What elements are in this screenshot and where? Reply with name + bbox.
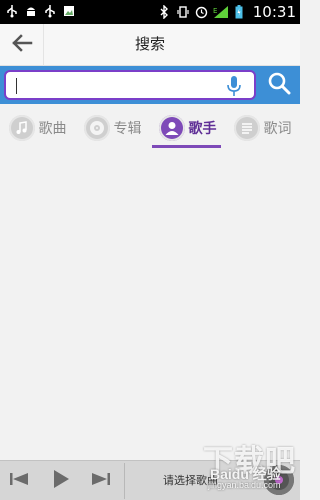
search-button[interactable] <box>262 70 296 100</box>
tab-artists[interactable]: 歌手 <box>150 108 225 148</box>
tab-lyrics[interactable]: 歌词 <box>225 108 300 148</box>
person-icon <box>158 115 185 141</box>
tab-label: 歌词 <box>263 120 292 136</box>
tab-label: 专辑 <box>113 120 142 136</box>
next-button[interactable] <box>88 469 114 493</box>
category-tabs: 歌曲 专辑 歌手 歌词 <box>0 108 300 148</box>
back-button[interactable] <box>0 24 44 66</box>
clock: 10:31 <box>252 3 296 21</box>
status-bar: E 10:31 <box>0 0 300 24</box>
skip-next-icon <box>90 471 112 492</box>
play-icon <box>52 469 70 494</box>
album-disc-icon[interactable] <box>264 465 294 495</box>
previous-button[interactable] <box>6 469 32 493</box>
android-debug-icon <box>25 4 37 18</box>
search-icon <box>267 71 291 100</box>
music-note-icon <box>8 115 35 141</box>
now-playing-text: 请选择歌曲 <box>163 475 218 487</box>
alarm-icon <box>195 5 207 19</box>
search-input[interactable] <box>22 75 222 97</box>
lyrics-icon <box>233 115 260 141</box>
svg-text:E: E <box>213 7 217 15</box>
usb-icon <box>44 4 56 18</box>
tab-indicator <box>152 145 221 148</box>
results-area <box>0 150 300 460</box>
divider <box>124 463 125 499</box>
disc-icon <box>83 115 110 141</box>
vibrate-icon <box>177 5 189 19</box>
tab-label: 歌曲 <box>38 120 67 136</box>
search-box[interactable] <box>4 70 256 100</box>
bluetooth-icon <box>159 5 171 19</box>
battery-icon <box>235 5 243 19</box>
microphone-icon[interactable] <box>226 75 242 97</box>
arrow-left-icon <box>11 33 33 57</box>
tab-songs[interactable]: 歌曲 <box>0 108 75 148</box>
top-bar: 搜索 <box>0 24 300 66</box>
text-cursor <box>16 78 17 94</box>
skip-previous-icon <box>8 471 30 492</box>
image-icon <box>63 4 75 18</box>
tab-albums[interactable]: 专辑 <box>75 108 150 148</box>
tab-label: 歌手 <box>188 120 217 136</box>
player-bar: 请选择歌曲 <box>0 460 300 500</box>
search-bar <box>0 66 300 104</box>
play-button[interactable] <box>48 469 74 493</box>
signal-icon: E <box>213 5 229 19</box>
usb-icon <box>6 4 18 18</box>
page-title: 搜索 <box>134 36 165 53</box>
